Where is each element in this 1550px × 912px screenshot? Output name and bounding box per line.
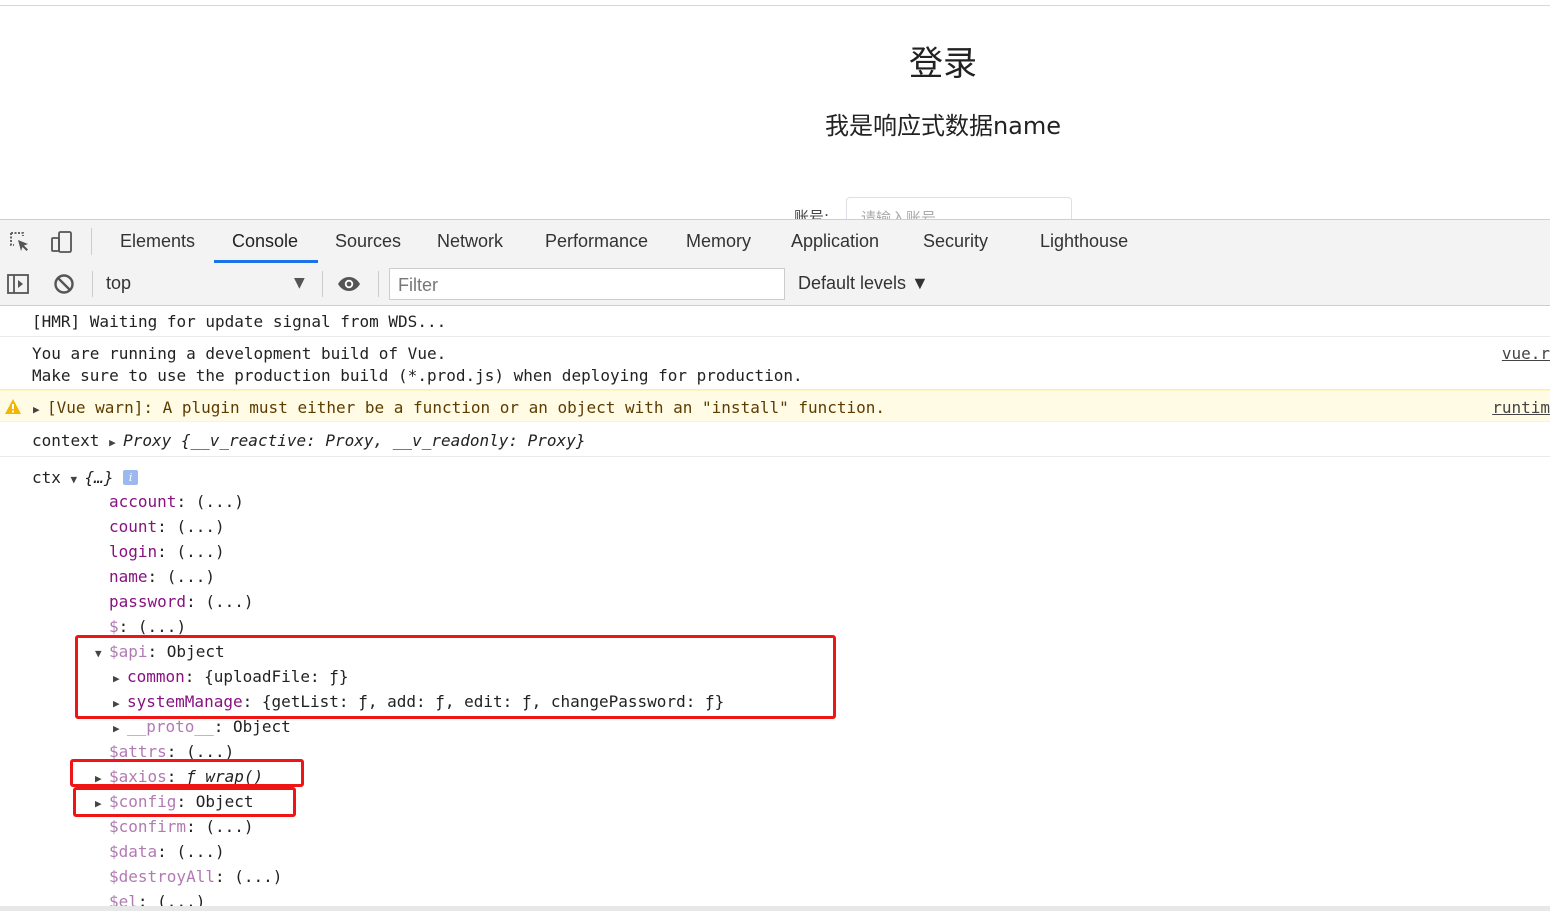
prop-key: $data — [109, 842, 158, 861]
console-message: [HMR] Waiting for update signal from WDS… — [0, 305, 1550, 337]
account-placeholder: 请输入账号 — [861, 209, 937, 219]
hmr-message: [HMR] Waiting for update signal from WDS… — [32, 312, 447, 331]
console-output: [HMR] Waiting for update signal from WDS… — [0, 305, 1550, 912]
tab-elements[interactable]: Elements — [102, 220, 213, 263]
prop-value[interactable]: : (...) — [215, 867, 282, 886]
log-levels-dropdown[interactable]: Default levels ▼ — [798, 273, 929, 294]
ctx-row: ctx ▼ {…} i — [32, 468, 139, 487]
toolbar-separator — [92, 271, 93, 297]
prop-value[interactable]: : (...) — [157, 842, 224, 861]
prop-key: $ — [109, 617, 119, 636]
ctx-prop: $: (...) — [109, 617, 186, 636]
ctx-prop: password: (...) — [109, 592, 254, 611]
context-select[interactable]: top — [106, 273, 131, 294]
expand-triangle-icon[interactable]: ▶ — [109, 436, 123, 449]
prop-key: $destroyAll — [109, 867, 215, 886]
prop-value[interactable]: : (...) — [186, 817, 253, 836]
tab-lighthouse[interactable]: Lighthouse — [1022, 220, 1146, 263]
proto-value: : Object — [213, 717, 291, 736]
source-link[interactable]: runtim — [1492, 398, 1550, 417]
tab-memory[interactable]: Memory — [668, 220, 769, 263]
expand-triangle-icon[interactable]: ▶ — [33, 403, 47, 416]
warning-text: [Vue warn]: A plugin must either be a fu… — [47, 398, 886, 417]
prop-key: name — [109, 567, 148, 586]
console-message: context ▶ Proxy {__v_reactive: Proxy, __v… — [0, 422, 1550, 457]
warning-row: ▶ [Vue warn]: A plugin must either be a f… — [33, 398, 885, 417]
highlight-box-axios — [70, 759, 304, 787]
prop-value[interactable]: : (...) — [119, 617, 186, 636]
prop-value[interactable]: : (...) — [157, 542, 224, 561]
console-message: You are running a development build of V… — [0, 337, 1550, 390]
ctx-prop: $destroyAll: (...) — [109, 867, 282, 886]
devtools-tabbar: Elements Console Sources Network Perform… — [0, 220, 1550, 264]
ctx-prop: account: (...) — [109, 492, 244, 511]
clear-console-icon[interactable] — [52, 272, 76, 296]
toolbar-separator — [322, 271, 323, 297]
context-row: context ▶ Proxy {__v_reactive: Proxy, __v… — [32, 431, 585, 450]
bottom-scrollbar[interactable] — [0, 906, 1550, 911]
context-label: context — [32, 431, 100, 450]
ctx-prop: name: (...) — [109, 567, 215, 586]
highlight-box-api — [75, 635, 836, 719]
sidebar-toggle-icon[interactable] — [6, 272, 30, 296]
chevron-down-icon[interactable]: ▼ — [294, 275, 305, 291]
ctx-prop: count: (...) — [109, 517, 225, 536]
tab-performance[interactable]: Performance — [527, 220, 666, 263]
ctx-prop: $data: (...) — [109, 842, 225, 861]
highlight-box-config — [73, 787, 296, 817]
tabbar-separator — [91, 228, 92, 255]
prop-key: account — [109, 492, 177, 511]
login-page: 登录 我是响应式数据name 账号: 请输入账号 — [0, 6, 1550, 219]
tab-security[interactable]: Security — [905, 220, 1006, 263]
console-toolbar: top ▼ Filter Default levels ▼ — [0, 263, 1550, 306]
inspect-icon[interactable] — [8, 230, 32, 254]
warning-icon — [5, 399, 21, 414]
info-icon[interactable]: i — [123, 470, 139, 485]
ctx-prop: login: (...) — [109, 542, 225, 561]
proto-key: __proto__ — [127, 717, 214, 736]
account-input[interactable]: 请输入账号 — [846, 197, 1072, 219]
filter-input[interactable]: Filter — [389, 268, 785, 300]
prop-value[interactable]: : (...) — [148, 567, 215, 586]
device-toggle-icon[interactable] — [50, 230, 74, 254]
vue-dev-line2: Make sure to use the production build (*… — [32, 366, 803, 385]
console-warning: ▶ [Vue warn]: A plugin must either be a f… — [0, 390, 1550, 422]
context-value[interactable]: Proxy {__v_reactive: Proxy, __v_readonly… — [123, 431, 585, 450]
page-title: 登录 — [909, 44, 977, 84]
toolbar-separator — [378, 271, 379, 297]
filter-placeholder: Filter — [398, 275, 438, 295]
expand-triangle-icon[interactable]: ▶ — [113, 722, 127, 735]
ctx-prop: $confirm: (...) — [109, 817, 254, 836]
source-link[interactable]: vue.r — [1502, 344, 1550, 363]
eye-icon[interactable] — [337, 272, 361, 296]
collapse-triangle-icon[interactable]: ▼ — [71, 473, 85, 486]
tab-network[interactable]: Network — [419, 220, 521, 263]
prop-key: login — [109, 542, 158, 561]
prop-value[interactable]: : (...) — [157, 517, 224, 536]
proto-row: ▶ __proto__: Object — [113, 717, 291, 736]
tab-sources[interactable]: Sources — [317, 220, 419, 263]
vue-dev-line1: You are running a development build of V… — [32, 344, 447, 363]
prop-key: password — [109, 592, 187, 611]
tab-application[interactable]: Application — [773, 220, 897, 263]
account-label: 账号: — [794, 208, 830, 219]
page-subtitle: 我是响应式数据name — [824, 112, 1062, 140]
prop-key: count — [109, 517, 158, 536]
ctx-label: ctx — [32, 468, 61, 487]
prop-key: $confirm — [109, 817, 187, 836]
ctx-value[interactable]: {…} — [85, 468, 114, 487]
prop-value[interactable]: : (...) — [176, 492, 243, 511]
prop-value[interactable]: : (...) — [186, 592, 253, 611]
tab-console[interactable]: Console — [214, 220, 318, 263]
